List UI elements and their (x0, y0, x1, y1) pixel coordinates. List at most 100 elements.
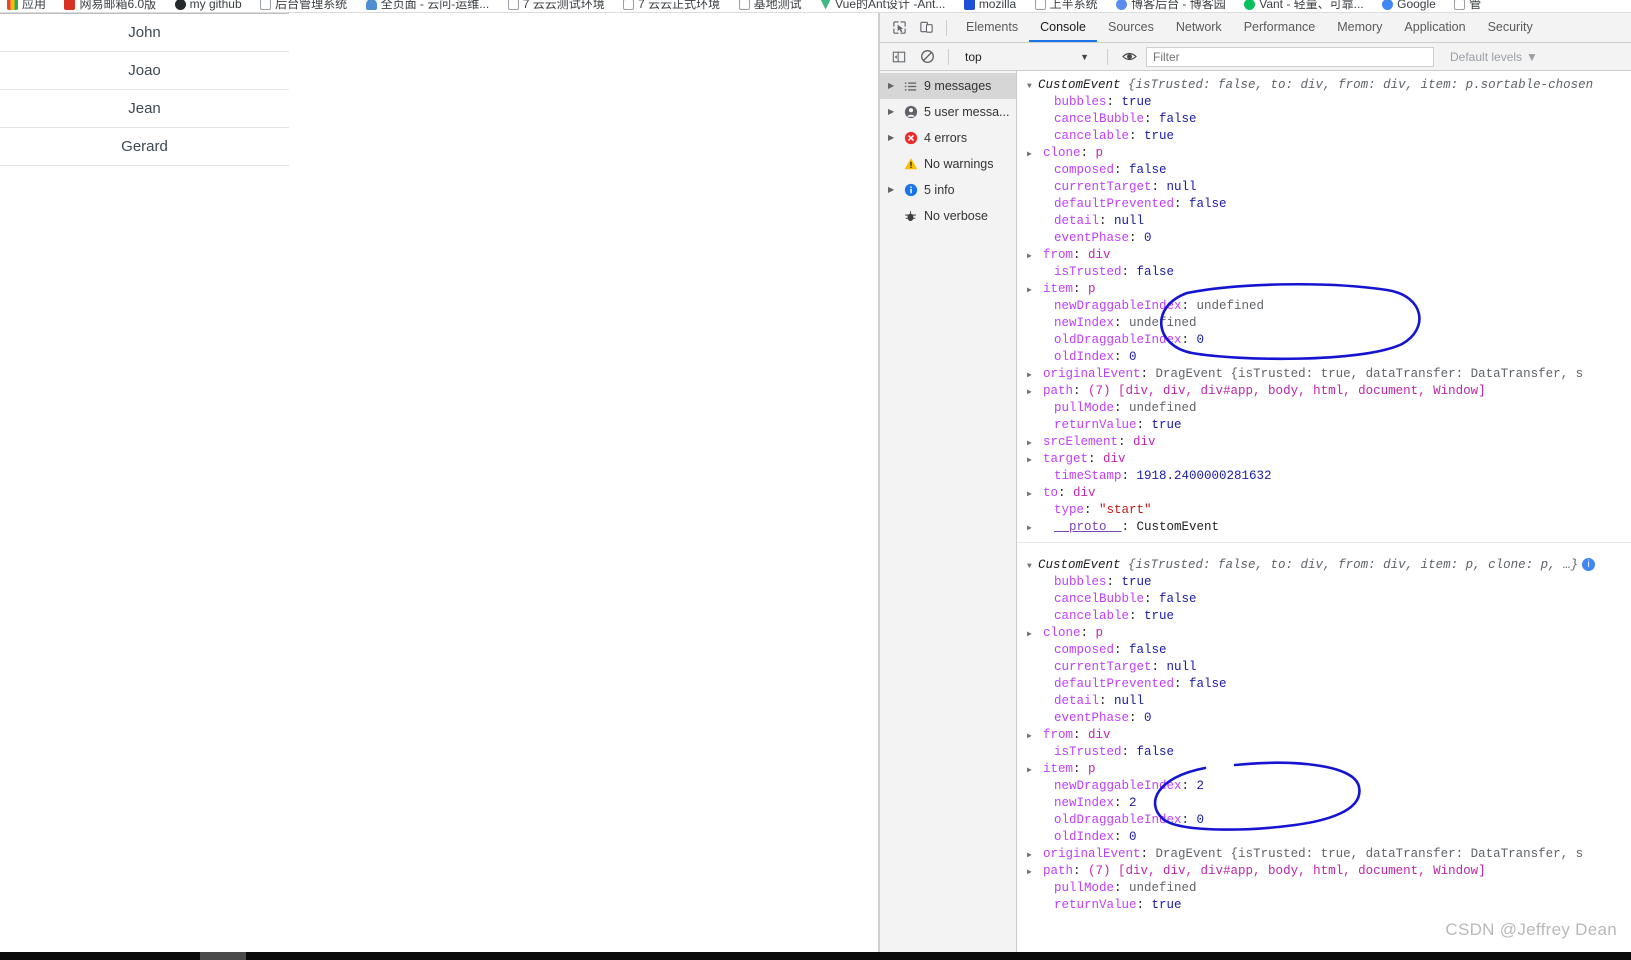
list-item[interactable]: John (0, 14, 289, 52)
property-key: to (1043, 486, 1059, 500)
chevron-right-icon[interactable]: ▶ (1027, 520, 1038, 537)
tab-application[interactable]: Application (1393, 13, 1476, 42)
list-item[interactable]: Jean (0, 90, 289, 128)
tab-memory[interactable]: Memory (1326, 13, 1393, 42)
console-property-row[interactable]: ▶ __proto__: CustomEvent (1017, 519, 1631, 536)
console-property-row[interactable]: ▶ path: (7) [div, div, div#app, body, htm… (1017, 863, 1631, 880)
bookmark-item[interactable]: 上半系统 (1028, 0, 1105, 12)
clear-console-icon[interactable] (916, 46, 938, 68)
bookmark-square-icon (738, 0, 750, 10)
console-property-row[interactable]: ▶ from: div (1017, 247, 1631, 264)
sidebar-item-user-messages[interactable]: ▶ 5 user messa... (880, 99, 1016, 125)
bookmark-item[interactable]: 应用 (0, 0, 53, 12)
console-property-row[interactable]: ▶ srcElement: div (1017, 434, 1631, 451)
console-property-row[interactable]: ▶ path: (7) [div, div, div#app, body, htm… (1017, 383, 1631, 400)
sidebar-item-verbose[interactable]: ▶ No verbose (880, 203, 1016, 229)
property-key: oldDraggableIndex (1054, 333, 1182, 347)
chevron-right-icon[interactable]: ▶ (1027, 864, 1038, 881)
object-preview: {isTrusted: false, to: div, from: div, i… (1128, 78, 1594, 92)
tab-network[interactable]: Network (1165, 13, 1233, 42)
chevron-right-icon[interactable]: ▶ (1027, 626, 1038, 643)
chevron-right-icon[interactable]: ▶ (1027, 435, 1038, 452)
console-property-row: ▶newDraggableIndex: 2 (1054, 779, 1205, 793)
os-taskbar (0, 952, 1631, 960)
list-item[interactable]: Gerard (0, 128, 289, 166)
vue-icon (820, 0, 832, 10)
bookmark-label: 博客后台 - 博客园 (1131, 0, 1226, 11)
console-property-row[interactable]: ▶ to: div (1017, 485, 1631, 502)
bookmark-item[interactable]: Vue的Ant设计 -Ant... (813, 0, 952, 12)
property-value: "start" (1099, 503, 1152, 517)
chevron-right-icon[interactable]: ▶ (1027, 146, 1038, 163)
chevron-down-icon[interactable]: ▼ (1027, 558, 1038, 575)
tab-console[interactable]: Console (1029, 13, 1097, 42)
chevron-right-icon[interactable]: ▶ (888, 108, 897, 116)
show-console-sidebar-icon[interactable] (888, 46, 910, 68)
bookmark-item[interactable]: Vant - 轻量、可靠... (1237, 0, 1370, 12)
bookmark-item[interactable]: 7 云云正式环境 (616, 0, 727, 12)
console-property-row[interactable]: ▶ item: p (1017, 281, 1631, 298)
sidebar-item-info[interactable]: ▶ 5 info (880, 177, 1016, 203)
info-badge-icon[interactable]: i (1582, 558, 1596, 572)
console-sidebar: ▶ 9 messages ▶ 5 user messa... ▶ 4 error… (880, 71, 1017, 952)
chevron-right-icon[interactable]: ▶ (1027, 384, 1038, 401)
bookmark-item[interactable]: Google (1375, 0, 1443, 12)
console-output[interactable]: ▼ CustomEvent {isTrusted: false, to: div,… (1017, 71, 1631, 952)
tab-security[interactable]: Security (1477, 13, 1544, 42)
chevron-right-icon[interactable]: ▶ (1027, 282, 1038, 299)
console-object-header[interactable]: ▼ CustomEvent {isTrusted: false, to: div,… (1017, 557, 1631, 574)
console-property-row[interactable]: ▶ target: div (1017, 451, 1631, 468)
tab-elements[interactable]: Elements (955, 13, 1029, 42)
console-object-header[interactable]: ▼ CustomEvent {isTrusted: false, to: div,… (1017, 77, 1631, 94)
tab-performance[interactable]: Performance (1233, 13, 1327, 42)
bookmark-item[interactable]: 管 (1447, 0, 1488, 12)
console-property-row: ▶pullMode: undefined (1054, 401, 1197, 415)
sidebar-item-messages[interactable]: ▶ 9 messages (880, 73, 1016, 99)
console-property-row: ▶cancelable: true (1054, 609, 1175, 623)
execution-context-select[interactable]: top ▼ (959, 47, 1097, 67)
console-property-row[interactable]: ▶ from: div (1017, 727, 1631, 744)
chevron-right-icon[interactable]: ▶ (1027, 728, 1038, 745)
console-message-group[interactable]: ▼ CustomEvent {isTrusted: false, to: div,… (1017, 71, 1631, 542)
bookmark-item[interactable]: 网易邮箱6.0版 (57, 0, 163, 12)
sidebar-item-label: 9 messages (924, 79, 992, 93)
chevron-right-icon[interactable]: ▶ (1027, 367, 1038, 384)
list-item[interactable]: Joao (0, 52, 289, 90)
console-property-row[interactable]: ▶ clone: p (1017, 145, 1631, 162)
chevron-right-icon[interactable]: ▶ (1027, 248, 1038, 265)
bookmark-item[interactable]: 基地测试 (732, 0, 809, 12)
property-value: false (1159, 592, 1197, 606)
inspect-cursor-icon[interactable] (888, 17, 910, 39)
taskbar-active-item[interactable] (200, 952, 246, 960)
chevron-right-icon[interactable]: ▶ (888, 134, 897, 142)
bookmark-item[interactable]: 博客后台 - 博客园 (1109, 0, 1233, 12)
bookmark-item[interactable]: mozilla (957, 0, 1023, 12)
property-key: originalEvent (1043, 847, 1141, 861)
bookmark-item[interactable]: 全页面 - 云问-运维... (359, 0, 497, 12)
bookmark-item[interactable]: 后台管理系统 (253, 0, 354, 12)
bookmark-item[interactable]: my github (168, 0, 249, 12)
console-property-row[interactable]: ▶ originalEvent: DragEvent {isTrusted: tr… (1017, 366, 1631, 383)
chevron-down-icon[interactable]: ▼ (1027, 78, 1038, 95)
live-expression-icon[interactable] (1118, 46, 1140, 68)
console-property-row[interactable]: ▶ item: p (1017, 761, 1631, 778)
sidebar-item-warnings[interactable]: ▶ No warnings (880, 151, 1016, 177)
bookmark-item[interactable]: 7 云云测试环境 (501, 0, 612, 12)
console-filter-input[interactable] (1146, 46, 1434, 67)
chevron-right-icon[interactable]: ▶ (888, 186, 897, 194)
console-property-row[interactable]: ▶ clone: p (1017, 625, 1631, 642)
console-levels-dropdown[interactable]: Default levels ▼ (1450, 50, 1538, 64)
chevron-right-icon[interactable]: ▶ (1027, 486, 1038, 503)
device-toolbar-icon[interactable] (915, 17, 937, 39)
console-property-row[interactable]: ▶ originalEvent: DragEvent {isTrusted: tr… (1017, 846, 1631, 863)
console-property-row: ▶newIndex: 2 (1054, 796, 1137, 810)
sidebar-item-errors[interactable]: ▶ 4 errors (880, 125, 1016, 151)
bookmark-label: 7 云云测试环境 (522, 0, 605, 11)
tab-sources[interactable]: Sources (1097, 13, 1165, 42)
chevron-right-icon[interactable]: ▶ (1027, 762, 1038, 779)
chevron-right-icon[interactable]: ▶ (1027, 847, 1038, 864)
chevron-right-icon[interactable]: ▶ (1027, 452, 1038, 469)
property-key: from (1043, 248, 1074, 262)
console-message-group[interactable]: ▼ CustomEvent {isTrusted: false, to: div,… (1017, 542, 1631, 920)
chevron-right-icon[interactable]: ▶ (888, 82, 897, 90)
